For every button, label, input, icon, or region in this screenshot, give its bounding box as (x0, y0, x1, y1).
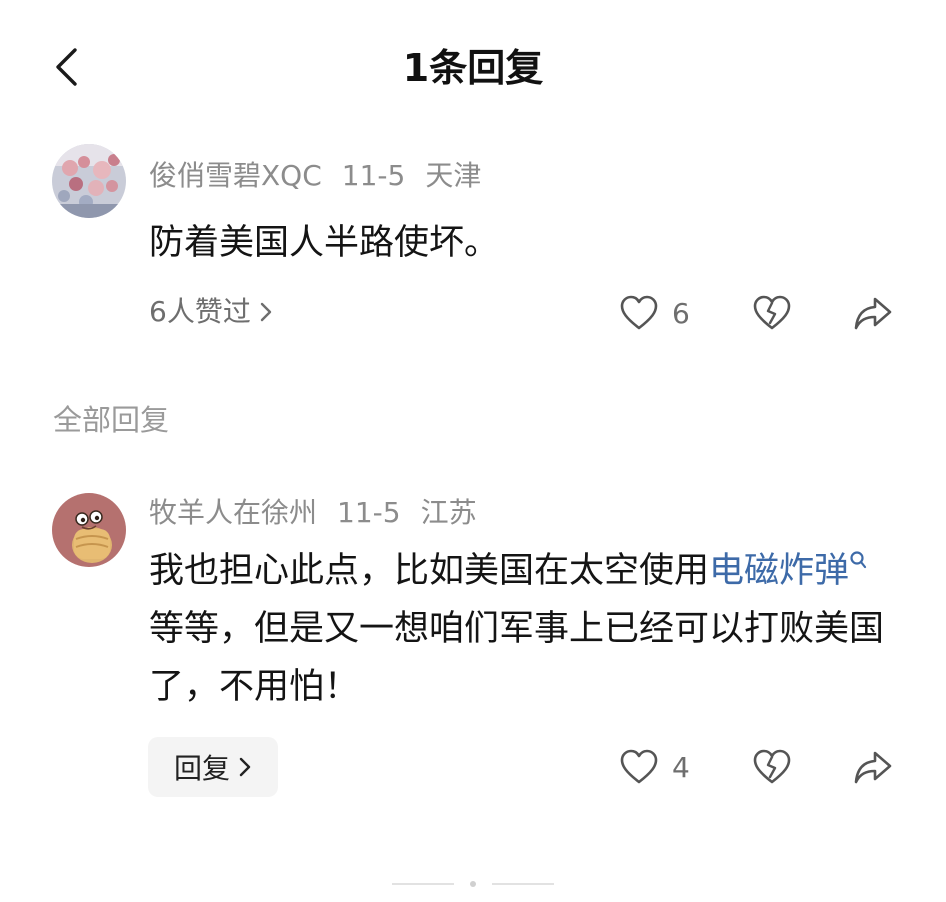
likes-summary-link[interactable]: 6人赞过 (149, 292, 273, 332)
reply-location: 江苏 (420, 496, 477, 529)
comment-text: 防着美国人半路使坏。 (149, 223, 500, 263)
end-of-list-indicator (392, 874, 554, 887)
chevron-right-icon (239, 757, 251, 777)
reply-meta: 牧羊人在徐州 11-5 江苏 (149, 493, 497, 533)
avatar[interactable] (52, 493, 126, 567)
heart-outline-icon (620, 749, 658, 784)
dislike-button[interactable] (752, 292, 792, 334)
search-icon (850, 551, 867, 569)
username[interactable]: 俊俏雪碧XQC (149, 159, 322, 192)
chevron-right-icon (260, 302, 272, 322)
likes-summary-label: 6人赞过 (149, 295, 251, 328)
heart-outline-icon (620, 295, 658, 330)
share-arrow-icon (854, 751, 892, 784)
reply-button[interactable]: 回复 (148, 737, 278, 797)
reply-text: 我也担心此点，比如美国在太空使用电磁炸弹 等等，但是又一想咱们军事上已经可以打败… (149, 542, 901, 716)
broken-heart-icon (753, 295, 791, 330)
reply-date: 11-5 (337, 496, 401, 529)
comment-meta: 俊俏雪碧XQC 11-5 天津 (149, 156, 501, 196)
dislike-button[interactable] (752, 746, 792, 788)
share-button[interactable] (852, 292, 894, 334)
keyword-link[interactable]: 电磁炸弹 (709, 551, 849, 591)
avatar[interactable] (52, 144, 126, 218)
comment-location: 天津 (425, 159, 482, 192)
like-button[interactable]: 6 (620, 292, 690, 334)
like-count: 4 (672, 750, 690, 784)
comment-date: 11-5 (341, 159, 406, 192)
like-button[interactable]: 4 (620, 746, 690, 788)
avatar-image (52, 493, 126, 567)
broken-heart-icon (753, 749, 791, 784)
page-title: 1条回复 (402, 46, 544, 90)
reply-text-part1: 我也担心此点，比如美国在太空使用 (149, 551, 710, 591)
username[interactable]: 牧羊人在徐州 (149, 496, 317, 529)
section-label: 全部回复 (53, 403, 170, 437)
share-arrow-icon (854, 297, 892, 330)
reply-text-part2: 等等，但是又一想咱们军事上已经可以打败美国了，不用怕！ (149, 609, 885, 707)
avatar-image (52, 144, 126, 218)
reply-button-label: 回复 (173, 752, 230, 785)
like-count: 6 (672, 296, 690, 330)
share-button[interactable] (852, 746, 894, 788)
